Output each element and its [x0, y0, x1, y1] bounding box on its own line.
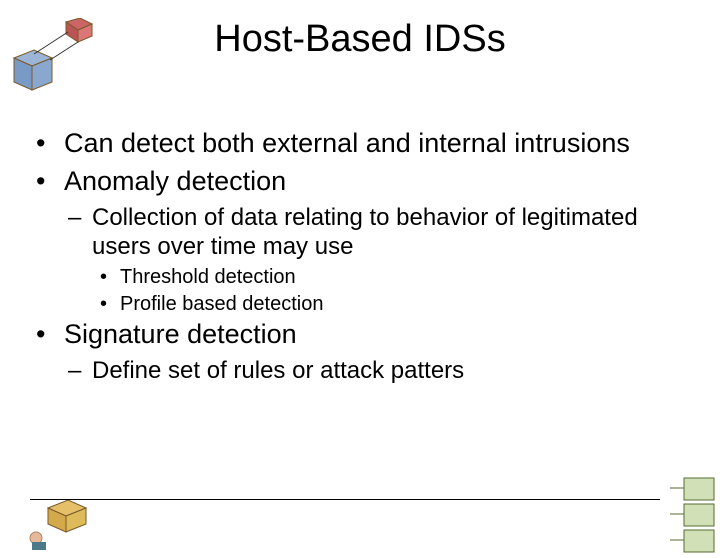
- decorative-cubes-top-left: [0, 18, 120, 118]
- bullet-l1: Can detect both external and internal in…: [36, 128, 690, 160]
- slide-divider-line: [30, 499, 660, 500]
- bullet-l1: Anomaly detection: [36, 166, 690, 198]
- bullet-l2: Collection of data relating to behavior …: [36, 204, 690, 262]
- bullet-l3: Profile based detection: [36, 292, 690, 317]
- bullet-l2: Define set of rules or attack patters: [36, 357, 690, 386]
- slide-body: Can detect both external and internal in…: [36, 128, 690, 390]
- bullet-l1: Signature detection: [36, 319, 690, 351]
- decorative-cubes-bottom-right: [590, 468, 720, 558]
- bullet-l3: Threshold detection: [36, 265, 690, 290]
